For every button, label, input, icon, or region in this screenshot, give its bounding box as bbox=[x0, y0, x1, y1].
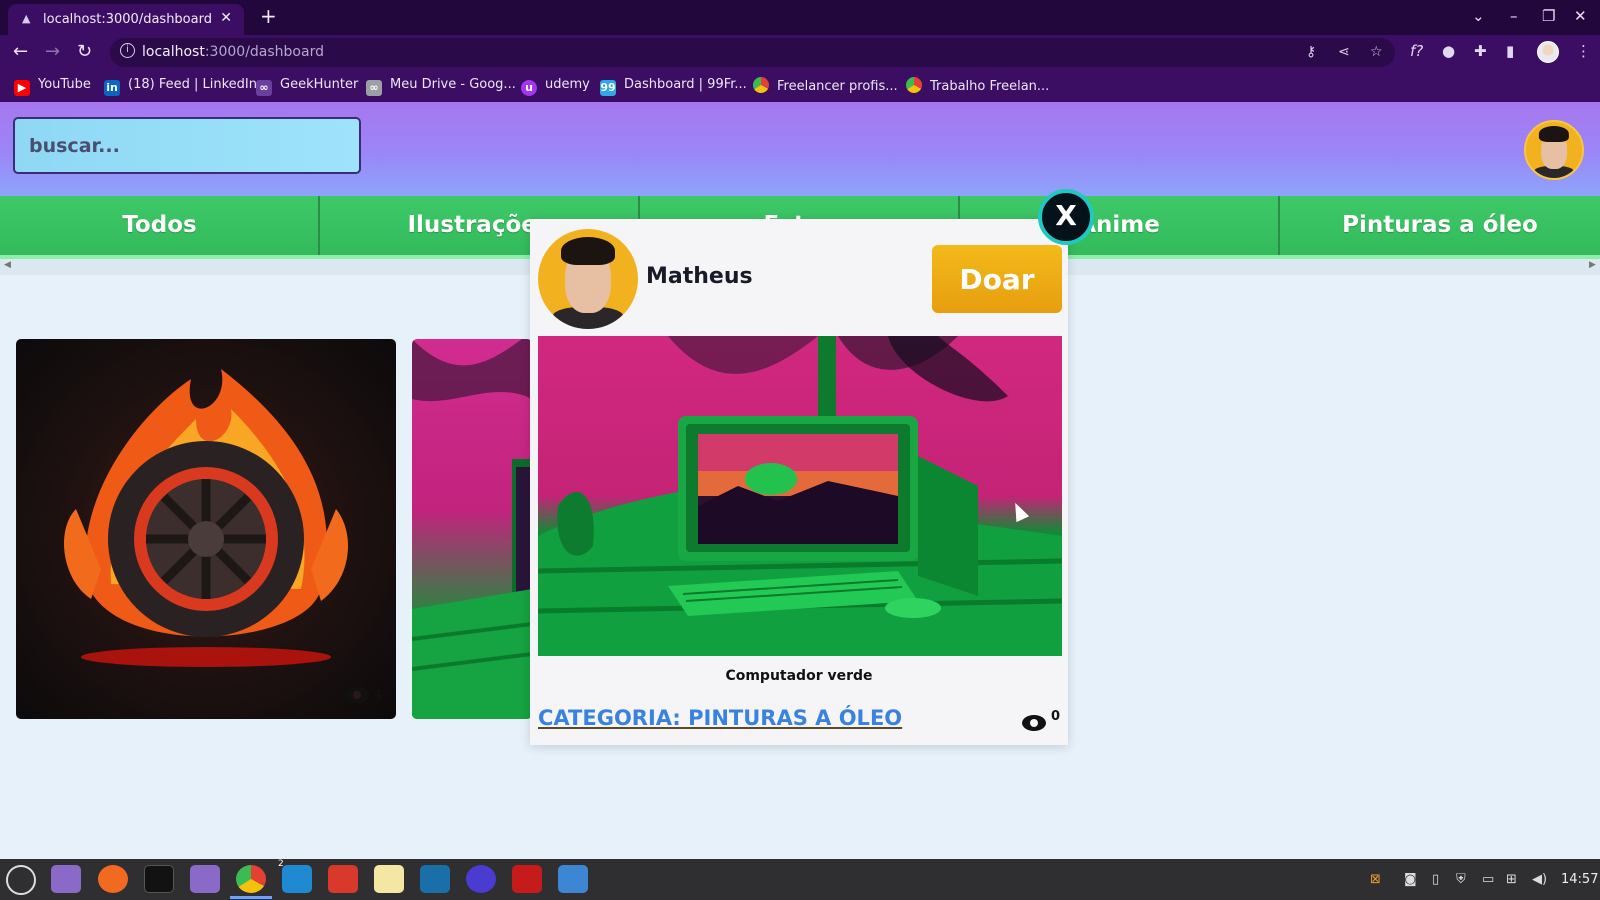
screenshot-icon[interactable] bbox=[558, 865, 588, 893]
bookmark-99freelas[interactable]: 99 Dashboard | 99Fr... bbox=[600, 77, 747, 96]
filezilla-icon[interactable] bbox=[512, 865, 542, 893]
tab-title: localhost:3000/dashboard bbox=[43, 12, 212, 27]
back-icon[interactable]: ← bbox=[13, 41, 28, 62]
browser-menu-icon[interactable]: ⋮ bbox=[1576, 42, 1591, 60]
network-tray-icon[interactable]: ⊞ bbox=[1506, 872, 1517, 887]
avatar-hair bbox=[1538, 126, 1570, 143]
bookmark-udemy[interactable]: u udemy bbox=[521, 77, 590, 96]
card-views: 4 bbox=[345, 687, 382, 703]
gallery-card[interactable]: 4 bbox=[16, 339, 396, 719]
tab-search-icon[interactable]: ⌄ bbox=[1472, 7, 1485, 25]
artwork-title: Computador verde bbox=[725, 668, 873, 684]
burning-wheel-image bbox=[64, 369, 348, 667]
category-link[interactable]: CATEGORIA: PINTURAS A ÓLEO bbox=[538, 706, 902, 730]
eclipse-icon[interactable] bbox=[466, 865, 496, 893]
eye-icon bbox=[1022, 714, 1047, 731]
drive-icon: ∞ bbox=[366, 80, 382, 96]
search-box bbox=[13, 117, 361, 174]
artwork-image bbox=[538, 336, 1062, 656]
camera-tray-icon[interactable]: ◙ bbox=[1404, 872, 1417, 887]
share-icon[interactable]: ⋖ bbox=[1338, 44, 1350, 60]
files-icon[interactable] bbox=[190, 865, 220, 893]
shield-tray-icon[interactable]: ⛨ bbox=[1456, 872, 1466, 887]
clipboard-tray-icon[interactable]: ▯ bbox=[1432, 872, 1439, 887]
mint-menu-icon[interactable] bbox=[6, 865, 36, 895]
site-info-icon[interactable]: i bbox=[120, 43, 135, 58]
address-bar[interactable]: i localhost:3000/dashboard ⚷ ⋖ ☆ bbox=[110, 38, 1395, 67]
bookmark-geekhunter[interactable]: ∞ GeekHunter bbox=[256, 77, 358, 96]
tab-close-icon[interactable]: ✕ bbox=[220, 10, 232, 26]
browser-tab[interactable]: ▲ localhost:3000/dashboard ✕ bbox=[8, 4, 244, 35]
browser-tabstrip: ▲ localhost:3000/dashboard ✕ + ⌄ – ❐ ✕ bbox=[0, 0, 1600, 35]
99freelas-icon: 99 bbox=[600, 80, 616, 96]
page-header bbox=[0, 102, 1600, 196]
search-input[interactable] bbox=[15, 119, 359, 172]
bookmark-freelancer[interactable]: Freelancer profis... bbox=[753, 77, 898, 94]
author-name[interactable]: Matheus bbox=[646, 264, 753, 289]
chrome-taskbar-icon[interactable] bbox=[230, 865, 272, 899]
brightness-icon[interactable] bbox=[374, 865, 404, 893]
artwork-views: 0 bbox=[1022, 709, 1060, 731]
bookmarks-bar: ▶ YouTube in (18) Feed | LinkedIn ∞ GeekHun… bbox=[0, 70, 1600, 102]
udemy-icon: u bbox=[521, 80, 537, 96]
taskbar-clock[interactable]: 14:57 bbox=[1561, 872, 1598, 887]
user-avatar[interactable] bbox=[1524, 120, 1584, 180]
geekhunter-icon: ∞ bbox=[256, 80, 272, 96]
tab-favicon-icon: ▲ bbox=[22, 12, 31, 25]
gallery-card[interactable] bbox=[412, 339, 532, 719]
author-avatar[interactable] bbox=[538, 229, 638, 329]
xampp-tray-icon[interactable]: ⊠ bbox=[1370, 872, 1381, 887]
new-tab-icon[interactable]: + bbox=[260, 4, 277, 28]
window-close-icon[interactable]: ✕ bbox=[1574, 7, 1587, 25]
restore-icon[interactable]: ❐ bbox=[1542, 7, 1555, 25]
profile-avatar-icon[interactable] bbox=[1537, 41, 1559, 63]
volume-tray-icon[interactable]: ◀) bbox=[1532, 872, 1547, 887]
forward-icon[interactable]: → bbox=[45, 41, 60, 62]
green-computer-image bbox=[538, 336, 1062, 656]
category-todos[interactable]: Todos bbox=[0, 196, 319, 255]
category-pinturas-a-oleo[interactable]: Pinturas a óleo bbox=[1280, 196, 1600, 255]
function-extension-icon[interactable]: f? bbox=[1410, 42, 1423, 60]
reload-icon[interactable]: ↻ bbox=[77, 41, 92, 62]
gitkraken-icon[interactable] bbox=[328, 865, 358, 893]
bookmark-linkedin[interactable]: in (18) Feed | LinkedIn bbox=[104, 77, 257, 96]
bookmark-youtube[interactable]: ▶ YouTube bbox=[14, 77, 91, 96]
firefox-icon[interactable] bbox=[98, 865, 128, 893]
eye-icon bbox=[345, 687, 370, 703]
linkedin-icon: in bbox=[104, 80, 120, 96]
scroll-right-icon[interactable]: ▶ bbox=[1589, 260, 1596, 270]
chrome-icon bbox=[906, 77, 922, 93]
donate-button[interactable]: Doar bbox=[932, 245, 1062, 313]
puzzle-extensions-icon[interactable]: ✚ bbox=[1474, 42, 1487, 60]
bookmark-star-icon[interactable]: ☆ bbox=[1370, 44, 1383, 60]
bookmark-drive[interactable]: ∞ Meu Drive - Goog... bbox=[366, 77, 516, 96]
os-taskbar: 2 ⊠ ◙ ▯ ⛨ ▭ ⊞ ◀) 14:57 bbox=[0, 859, 1600, 900]
youtube-icon: ▶ bbox=[14, 80, 30, 96]
bookmark-trabalho-freelancer[interactable]: Trabalho Freelan... bbox=[906, 77, 1049, 94]
green-computer-thumbnail bbox=[412, 339, 532, 719]
mysql-workbench-icon[interactable] bbox=[420, 865, 450, 893]
browser-toolbar: ← → ↻ i localhost:3000/dashboard ⚷ ⋖ ☆ f… bbox=[0, 35, 1600, 70]
modal-close-button[interactable]: X bbox=[1038, 189, 1094, 245]
chrome-icon bbox=[753, 77, 769, 93]
side-panel-icon[interactable]: ▮ bbox=[1506, 42, 1514, 60]
artwork-modal: Matheus Doar Computador verde CATEGORIA:… bbox=[530, 219, 1068, 745]
extension-icon[interactable]: ● bbox=[1442, 42, 1455, 60]
notes-tray-icon[interactable]: ▭ bbox=[1482, 872, 1494, 887]
minimize-icon[interactable]: – bbox=[1510, 7, 1518, 25]
terminal-icon[interactable] bbox=[144, 865, 174, 893]
vscode-icon[interactable]: 2 bbox=[278, 859, 312, 893]
password-key-icon[interactable]: ⚷ bbox=[1306, 44, 1316, 60]
address-url[interactable]: localhost:3000/dashboard bbox=[142, 44, 324, 60]
show-desktop-icon[interactable] bbox=[51, 865, 81, 893]
avatar-hair bbox=[561, 237, 615, 265]
scroll-left-icon[interactable]: ◀ bbox=[4, 260, 11, 270]
vscode-badge: 2 bbox=[278, 859, 284, 869]
